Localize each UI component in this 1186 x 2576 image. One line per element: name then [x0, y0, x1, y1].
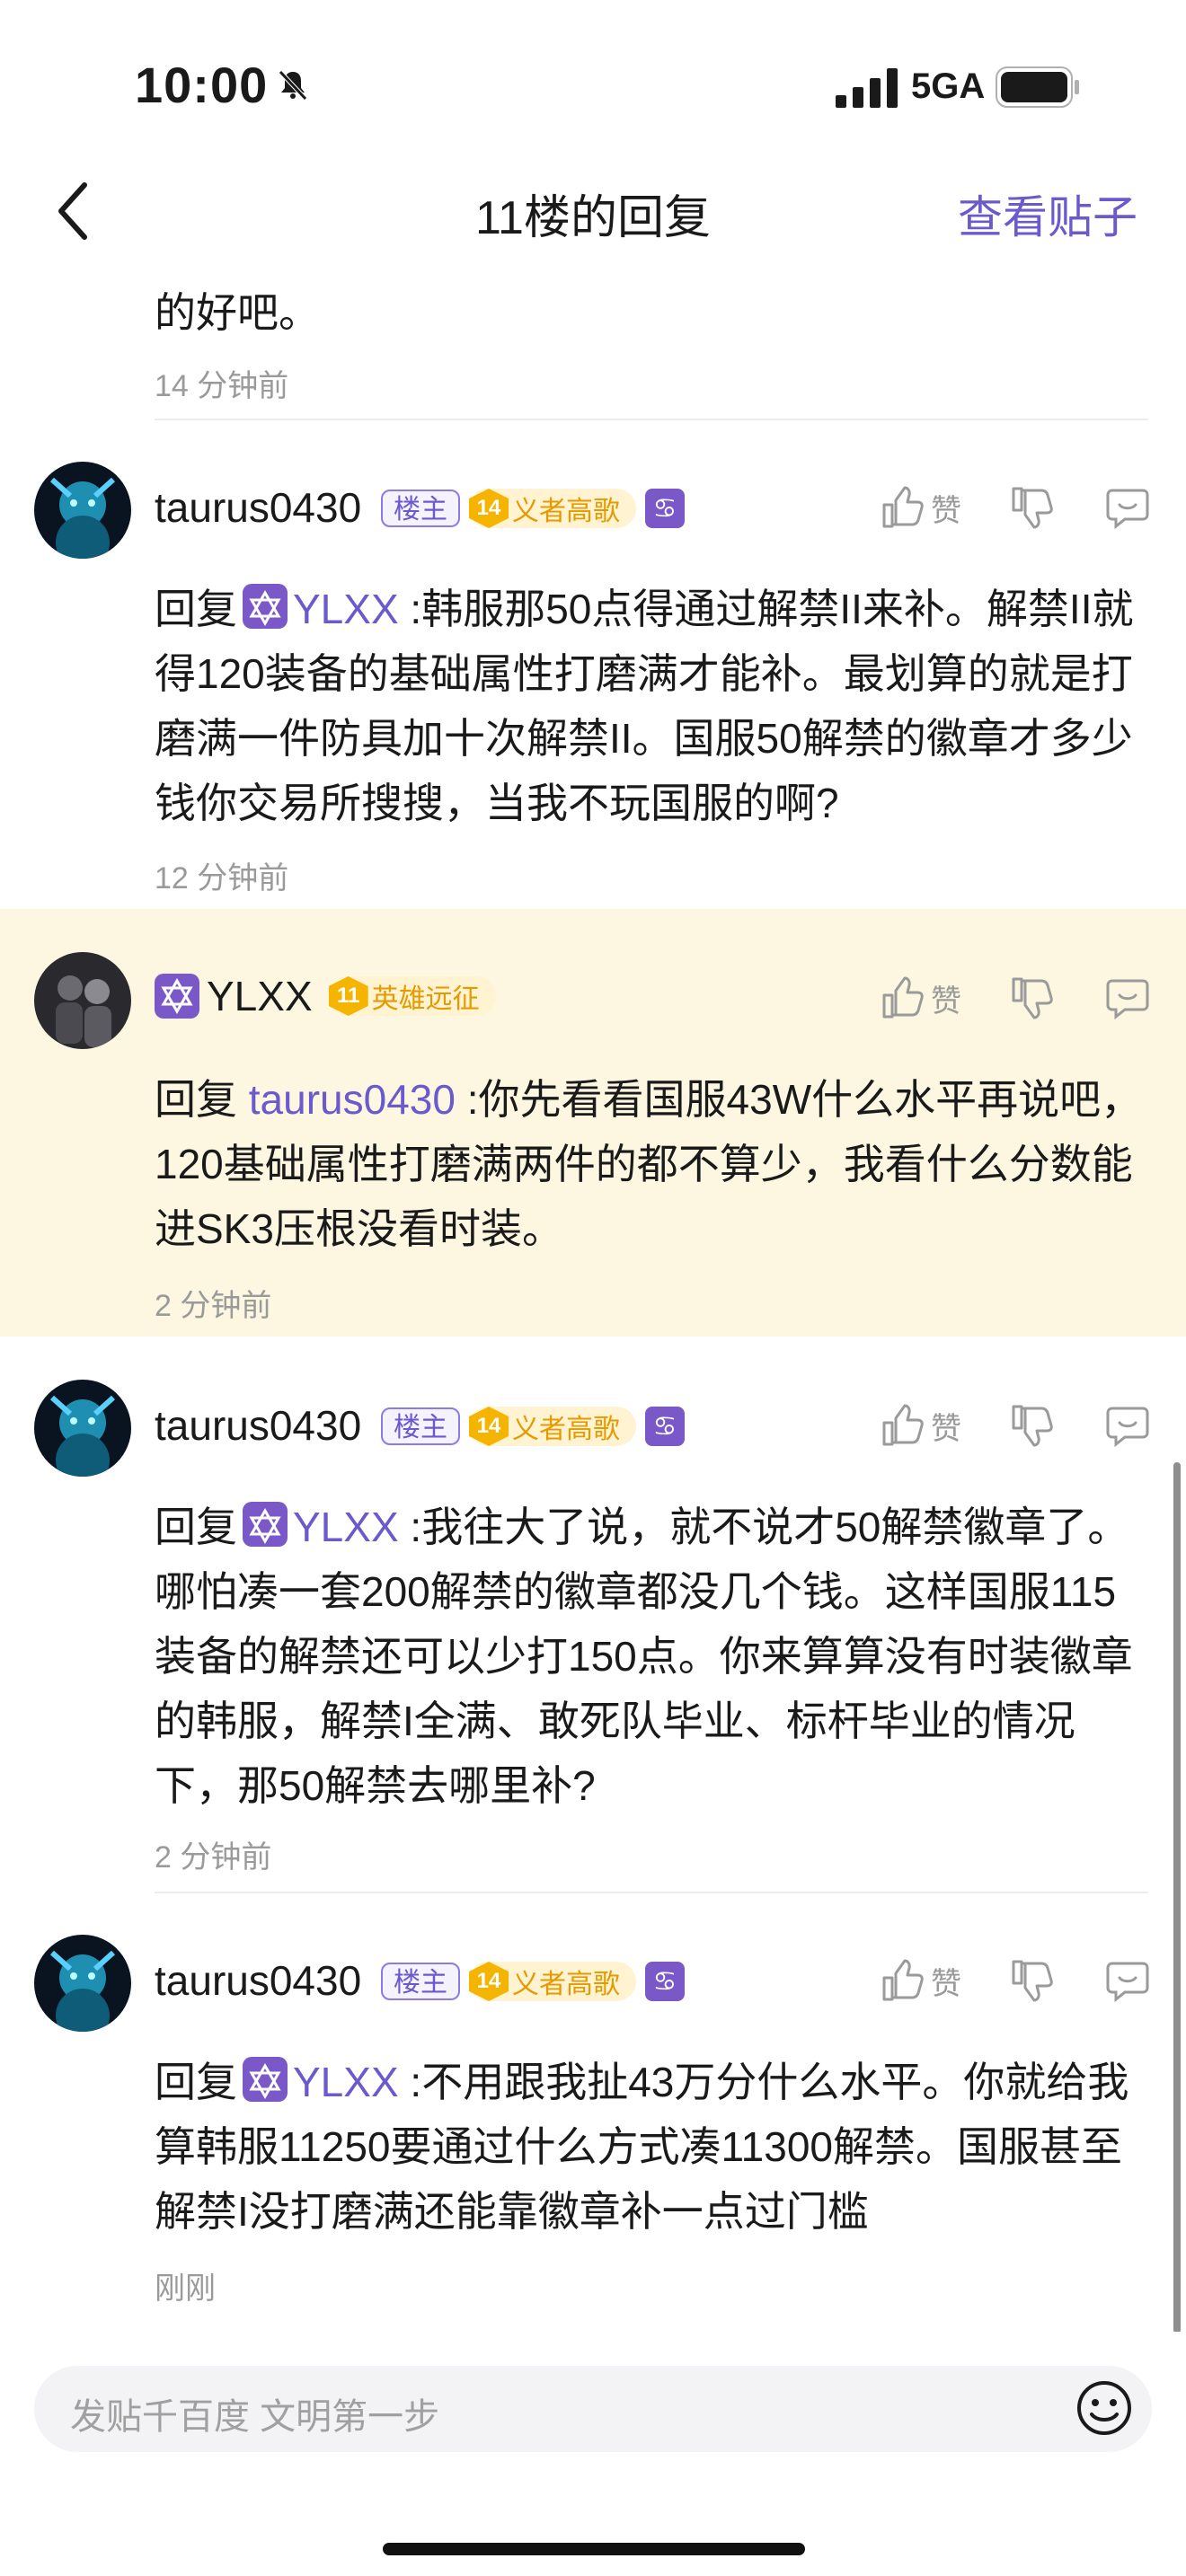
- comment-actions: 赞: [881, 975, 1150, 1020]
- signal-icon: [836, 68, 898, 108]
- reply-button[interactable]: [1105, 1958, 1150, 2003]
- comment-item: taurus0430 楼主 14 义者高歌 ♋ 赞 回复 YLXX :我往大了说，…: [0, 1337, 1186, 1892]
- like-button[interactable]: 赞: [881, 975, 961, 1020]
- like-button[interactable]: 赞: [881, 485, 961, 530]
- comment-item: taurus0430 楼主 14 义者高歌 ♋ 赞 回复 YLXX :韩服那50点…: [0, 419, 1186, 909]
- comment-icon: [1106, 1407, 1149, 1448]
- thumbs-down-icon: [1012, 487, 1053, 529]
- author-name[interactable]: taurus0430: [155, 1401, 361, 1450]
- star-of-david-icon: [155, 974, 199, 1019]
- zodiac-cancer-icon: ♋: [645, 1962, 685, 2001]
- owner-tag: 楼主: [381, 1407, 460, 1445]
- author-badges: 楼主 14 义者高歌 ♋: [381, 489, 685, 528]
- author-badges: 楼主 14 义者高歌 ♋: [381, 1407, 685, 1446]
- status-bar: 10:00 5GA: [0, 0, 1186, 162]
- battery-icon: [996, 66, 1079, 108]
- author-row: YLXX 11 英雄远征: [155, 972, 496, 1020]
- zodiac-cancer-icon: ♋: [645, 1407, 685, 1446]
- scrollbar[interactable]: [1173, 1462, 1181, 2333]
- comment-body: 回复 taurus0430 :你先看看国服43W什么水平再说吧，120基础属性打…: [155, 1076, 1143, 1252]
- avatar[interactable]: [34, 1935, 131, 2032]
- dislike-button[interactable]: [1010, 1958, 1053, 2003]
- reply-target-link[interactable]: YLXX: [293, 1504, 399, 1550]
- level-badge: 14 义者高歌: [469, 1407, 636, 1446]
- comment-time: 2 分钟前: [155, 1289, 272, 1323]
- comment-body: 回复 YLXX :不用跟我扯43万分什么水平。你就给我算韩服11250要通过什么方…: [155, 2057, 1129, 2235]
- previous-comment-text: 的好吧。: [155, 289, 320, 336]
- comment-icon: [1106, 1962, 1149, 2003]
- author-badges: 楼主 14 义者高歌 ♋: [381, 1962, 685, 2001]
- like-button[interactable]: 赞: [881, 1958, 961, 2003]
- emoji-icon[interactable]: [1075, 2378, 1134, 2438]
- view-post-button[interactable]: 查看贴子: [958, 181, 1137, 246]
- previous-comment-time: 14 分钟前: [155, 369, 289, 403]
- level-hex-icon: 14: [469, 489, 509, 528]
- home-indicator[interactable]: [383, 2543, 805, 2555]
- reply-target-link[interactable]: YLXX: [293, 586, 399, 632]
- avatar[interactable]: [34, 952, 131, 1049]
- comment-actions: 赞: [881, 1958, 1150, 2003]
- dislike-button[interactable]: [1010, 1403, 1053, 1448]
- comment-item-highlighted: YLXX 11 英雄远征 赞 回复 taurus0430 :你先看看国服43W什…: [0, 909, 1186, 1337]
- star-of-david-icon: [243, 584, 288, 629]
- comment-icon: [1106, 489, 1149, 530]
- comment-time: 刚刚: [155, 2272, 216, 2306]
- zodiac-cancer-icon: ♋: [645, 489, 685, 528]
- avatar[interactable]: [34, 462, 131, 559]
- reply-button[interactable]: [1105, 1403, 1150, 1448]
- dislike-button[interactable]: [1010, 975, 1053, 1020]
- bell-off-icon: [279, 70, 307, 101]
- reply-button[interactable]: [1105, 485, 1150, 530]
- comment-body: 回复 YLXX :我往大了说，就不说才50解禁徽章了。哪怕凑一套200解禁的徽章都…: [155, 1502, 1133, 1809]
- network-type: 5GA: [911, 66, 986, 106]
- comment-icon: [1106, 979, 1149, 1020]
- star-of-david-icon: [243, 1502, 288, 1547]
- level-badge: 14 义者高歌: [469, 1962, 636, 2001]
- reply-target-link[interactable]: taurus0430: [249, 1076, 456, 1123]
- author-name[interactable]: taurus0430: [155, 1956, 361, 2005]
- level-hex-icon: 14: [469, 1962, 509, 2001]
- avatar[interactable]: [34, 1380, 131, 1477]
- comment-input-bar: 发贴千百度 文明第一步: [0, 2332, 1186, 2576]
- owner-tag: 楼主: [381, 490, 460, 527]
- thumbs-up-icon: [882, 1404, 924, 1446]
- thumbs-up-icon: [882, 486, 924, 528]
- like-button[interactable]: 赞: [881, 1403, 961, 1448]
- thumbs-up-icon: [882, 1959, 924, 2001]
- comment-time: 2 分钟前: [155, 1840, 272, 1875]
- author-name[interactable]: YLXX: [207, 972, 313, 1020]
- comment-actions: 赞: [881, 485, 1150, 530]
- thumbs-up-icon: [882, 976, 924, 1019]
- level-badge: 11 英雄远征: [328, 976, 496, 1016]
- level-hex-icon: 14: [469, 1407, 509, 1446]
- comment-input-placeholder: 发贴千百度 文明第一步: [70, 2397, 440, 2437]
- owner-tag: 楼主: [381, 1963, 460, 2000]
- level-hex-icon: 11: [328, 976, 368, 1016]
- reply-button[interactable]: [1105, 975, 1150, 1020]
- comment-body: 回复 YLXX :韩服那50点得通过解禁II来补。解禁II就得120装备的基础属性…: [155, 584, 1134, 826]
- comment-time: 12 分钟前: [155, 861, 289, 895]
- thumbs-down-icon: [1012, 1960, 1053, 2002]
- comment-actions: 赞: [881, 1403, 1150, 1448]
- reply-target-link[interactable]: YLXX: [293, 2059, 399, 2105]
- status-time: 10:00: [135, 57, 269, 113]
- comment-input[interactable]: 发贴千百度 文明第一步: [34, 2366, 1152, 2452]
- comment-item: taurus0430 楼主 14 义者高歌 ♋ 赞 回复 YLXX :不用跟我扯4…: [0, 1892, 1186, 2319]
- thumbs-down-icon: [1012, 977, 1053, 1019]
- dislike-button[interactable]: [1010, 485, 1053, 530]
- author-name[interactable]: taurus0430: [155, 483, 361, 532]
- thumbs-down-icon: [1012, 1405, 1053, 1447]
- level-badge: 14 义者高歌: [469, 489, 636, 528]
- star-of-david-icon: [243, 2057, 288, 2102]
